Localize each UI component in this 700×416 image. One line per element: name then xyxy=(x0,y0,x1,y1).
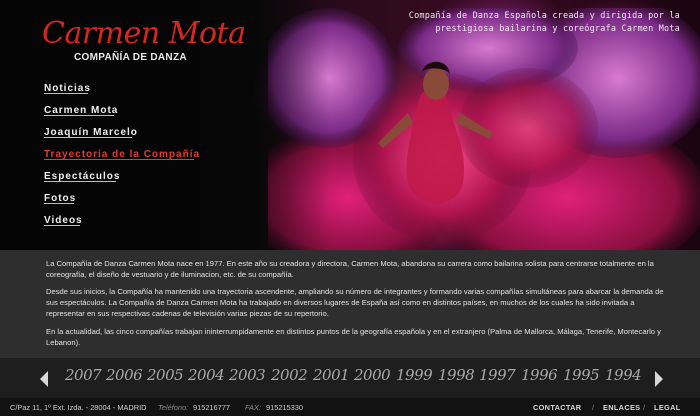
footer-separator: / xyxy=(643,403,646,412)
hero-banner: Carmen Mota COMPAÑÍA DE DANZA Compañía d… xyxy=(0,0,700,250)
nav-underline xyxy=(44,225,80,226)
nav-item-videos[interactable]: Videos xyxy=(44,210,200,232)
paragraph-intro: La Compañía de Danza Carmen Mota nace en… xyxy=(46,259,654,279)
nav-underline xyxy=(44,93,88,94)
links-link[interactable]: ENLACES xyxy=(603,403,640,412)
year-link[interactable]: 2004 xyxy=(188,366,225,384)
year-link[interactable]: 2000 xyxy=(354,366,391,384)
year-link[interactable]: 1996 xyxy=(521,366,558,384)
year-link[interactable]: 1997 xyxy=(479,366,516,384)
nav-underline xyxy=(44,115,114,116)
footer: C/Paz 11, 1º Ext. Izda. - 28004 - MADRID… xyxy=(0,398,700,416)
nav-underline xyxy=(44,181,116,182)
nav-item-espectaculos[interactable]: Espectáculos xyxy=(44,166,200,188)
year-link[interactable]: 2005 xyxy=(147,366,184,384)
fax-number: 915215330 xyxy=(266,403,303,412)
nav-item-joaquin-marcelo[interactable]: Joaquín Marcelo xyxy=(44,122,200,144)
nav-underline xyxy=(44,159,194,160)
address: C/Paz 11, 1º Ext. Izda. - 28004 - MADRID xyxy=(10,403,147,412)
nav-underline xyxy=(44,137,132,138)
nav-item-noticias[interactable]: Noticias xyxy=(44,78,200,100)
contact-link[interactable]: CONTACTAR xyxy=(533,403,581,412)
year-link[interactable]: 2002 xyxy=(271,366,308,384)
year-link[interactable]: 1999 xyxy=(396,366,433,384)
main-nav: Noticias Carmen Mota Joaquín Marcelo Tra… xyxy=(44,78,200,232)
logo-script: Carmen Mota xyxy=(42,16,246,51)
phone-number: 915216777 xyxy=(193,403,230,412)
year-link[interactable]: 1995 xyxy=(563,366,600,384)
phone-label: Teléfono: xyxy=(158,403,189,412)
year-link[interactable]: 2007 xyxy=(65,366,102,384)
fax-label: FAX: xyxy=(245,403,261,412)
nav-item-fotos[interactable]: Fotos xyxy=(44,188,200,210)
dancer-photo xyxy=(268,8,700,250)
paragraph-current: En la actualidad, las cinco compañías tr… xyxy=(46,327,661,347)
nav-item-trayectoria[interactable]: Trayectoria de la Compañía xyxy=(44,144,200,166)
year-link[interactable]: 1998 xyxy=(438,366,475,384)
logo-subtitle: COMPAÑÍA DE DANZA xyxy=(74,52,187,63)
year-link[interactable]: 2001 xyxy=(313,366,350,384)
nav-underline xyxy=(44,203,74,204)
year-link[interactable]: 2003 xyxy=(229,366,266,384)
content-text: La Compañía de Danza Carmen Mota nace en… xyxy=(0,250,700,358)
legal-link[interactable]: LEGAL xyxy=(654,403,681,412)
paragraph-history: Desde sus inicios, la Compañía ha manten… xyxy=(46,287,664,318)
prev-arrow-icon[interactable] xyxy=(40,371,48,387)
footer-separator: / xyxy=(592,403,595,412)
nav-item-carmen-mota[interactable]: Carmen Mota xyxy=(44,100,200,122)
year-link[interactable]: 1994 xyxy=(605,366,642,384)
tagline: Compañía de Danza Española creada y diri… xyxy=(408,11,680,34)
year-link[interactable]: 2006 xyxy=(106,366,143,384)
next-arrow-icon[interactable] xyxy=(655,371,663,387)
year-timeline: 2007 2006 2005 2004 2003 2002 2001 2000 … xyxy=(0,358,700,398)
logo[interactable]: Carmen Mota COMPAÑÍA DE DANZA xyxy=(42,18,246,64)
